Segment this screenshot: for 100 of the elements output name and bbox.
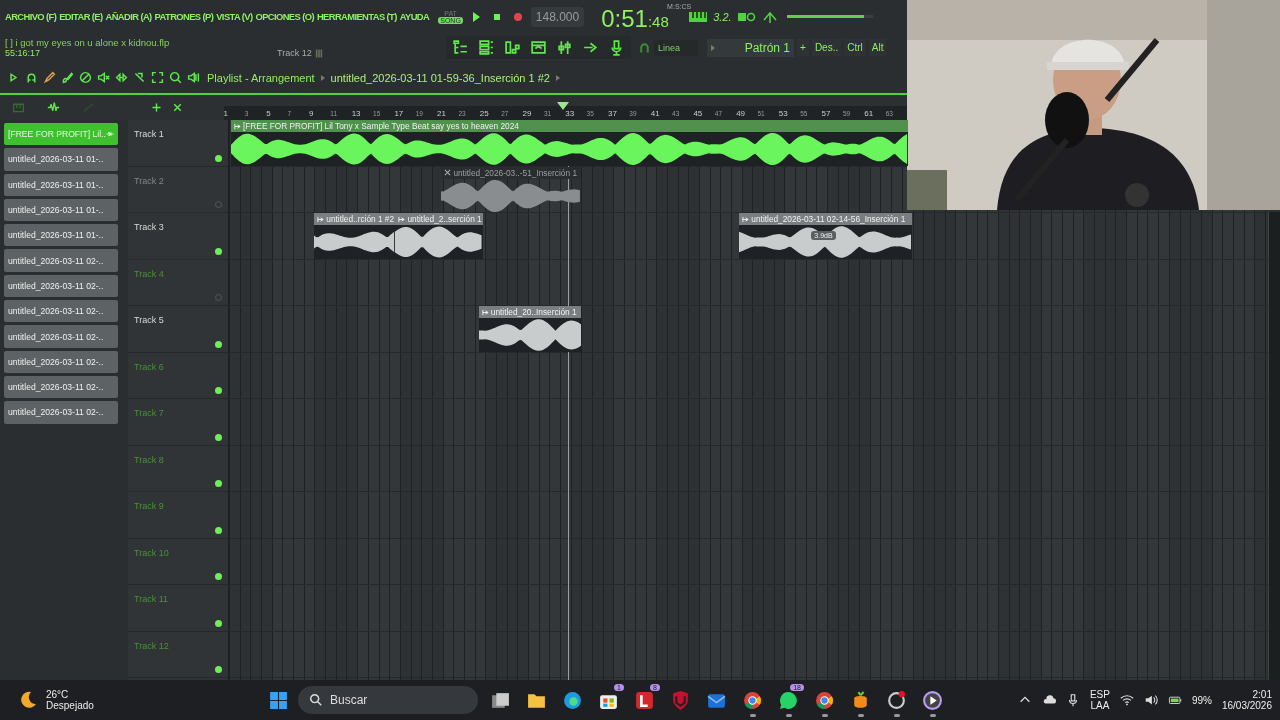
song-time: 0:51: [601, 6, 648, 32]
clip-list-item[interactable]: untitled_2026-03-11 01-..: [4, 198, 118, 222]
hint-text: Track 12: [277, 48, 312, 58]
audio-clip[interactable]: untitled_2026-03..-51_Inserción 1: [441, 166, 582, 213]
clip-title: [FREE FOR PROFIT] Lil Tony x Sample Type Beat say yes to heaven 2024: [243, 121, 519, 131]
breadcrumb-path[interactable]: untitled_2026-03-11 01-59-36_Inserción 1 #2: [330, 71, 550, 84]
track-name: Track 5: [134, 315, 164, 325]
time: 2:01: [1252, 689, 1272, 700]
clip-list-item[interactable]: untitled_2026-03-11 01-..: [4, 148, 118, 171]
temperature: 26°C: [46, 689, 70, 700]
clip-list-item[interactable]: untitled_2026-03-11 02-..: [4, 274, 118, 298]
snap-dropdown[interactable]: Linea: [654, 39, 699, 56]
clip-title: untitled_2026-03-11 02-14-56_Inserción 1: [751, 214, 906, 224]
track-name: Track 6: [134, 361, 164, 372]
clip-title: untitled_2026-03..-51_Inserción 1: [453, 167, 577, 178]
modifier-button[interactable]: Des..: [811, 39, 842, 56]
clip-name: untitled_2026-03-11 02-..: [8, 331, 104, 342]
audio-clip[interactable]: untitled..rción 1 #2: [314, 213, 396, 259]
clip-title: untitled_2..serción 1: [407, 214, 482, 224]
track-name: Track 12: [134, 640, 169, 651]
track-header[interactable]: Track 7: [128, 399, 228, 446]
track-header[interactable]: Track 9: [128, 492, 228, 539]
clip-list-item[interactable]: untitled_2026-03-11 02-..: [4, 350, 118, 373]
track-name: Track 11: [134, 594, 168, 604]
track-header[interactable]: Track 2: [128, 166, 228, 213]
beat-display: 3.2.: [713, 10, 732, 23]
clip-name: untitled_2026-03-11 02-..: [8, 280, 104, 291]
clip-name: untitled_2026-03-11 02-..: [8, 382, 104, 393]
menu-item[interactable]: PATRONES (P): [154, 11, 214, 22]
track-header[interactable]: Track 12: [128, 631, 228, 678]
clock[interactable]: 2:01 16/03/2026: [1221, 689, 1272, 711]
bar-number: 41: [650, 108, 661, 118]
project-time: 55:16:17: [5, 48, 42, 58]
clip-name: untitled_2026-03-11 01-..: [8, 179, 104, 190]
audio-clip[interactable]: untitled_20..Inserción 1: [478, 306, 582, 352]
menu-item[interactable]: VISTA (V): [216, 11, 253, 22]
clip-name: untitled_2026-03-11 02-..: [8, 356, 104, 367]
bar-number: 1: [223, 108, 229, 118]
clip-list-item[interactable]: untitled_2026-03-11 02-..: [4, 249, 118, 272]
bar-number: 13: [351, 108, 362, 118]
track-name: Track 1: [134, 129, 164, 139]
track-header[interactable]: Track 10: [128, 538, 228, 585]
clip-name: untitled_2026-03-11 02-..: [8, 255, 104, 266]
clip-list-item[interactable]: untitled_2026-03-11 02-..: [4, 300, 118, 323]
bar-number: 33: [565, 108, 576, 118]
bar-number: 17: [394, 108, 405, 118]
track-name: Track 9: [134, 501, 164, 511]
track-header[interactable]: Track 1: [128, 120, 228, 167]
tempo-field[interactable]: 148.000: [530, 6, 585, 27]
date: 16/03/2026: [1221, 700, 1272, 711]
clip-list-item[interactable]: untitled_2026-03-11 01-..: [4, 224, 118, 247]
menu-item[interactable]: OPCIONES (O): [255, 11, 314, 22]
bar-number: 37: [607, 108, 618, 118]
clip-list-item[interactable]: untitled_2026-03-11 01-..: [4, 173, 118, 196]
track-header[interactable]: Track 4: [128, 259, 228, 306]
menu-item[interactable]: ARCHIVO (F): [5, 11, 57, 22]
clip-name: [FREE FOR PROFIT] Lil..: [8, 129, 106, 140]
track-name: Track 10: [134, 547, 169, 558]
menu-item[interactable]: HERRAMIENTAS (T): [316, 11, 397, 22]
track-header[interactable]: Track 5: [128, 306, 228, 353]
language-indicator[interactable]: ESP LAA: [1089, 689, 1110, 711]
audio-clip[interactable]: [FREE FOR PROFIT] Lil Tony x Sample Type Beat say yes to heaven 2024: [231, 120, 909, 166]
search-field[interactable]: Buscar: [298, 686, 478, 714]
clip-list-item[interactable]: untitled_2026-03-11 02-..: [4, 375, 118, 399]
clip-name: untitled_2026-03-11 01-..: [8, 230, 104, 241]
track-name: Track 3: [134, 222, 164, 232]
track-name: Track 2: [134, 175, 164, 186]
menu-item[interactable]: AYUDA: [399, 11, 430, 22]
bar-number: 29: [522, 108, 533, 118]
bar-number: 5: [266, 108, 272, 118]
clip-name: untitled_2026-03-11 02-..: [8, 407, 104, 418]
track-header[interactable]: Track 6: [128, 352, 228, 399]
playlist-title: Playlist - Arrangement: [207, 71, 315, 84]
audio-clip[interactable]: untitled_2..serción 1: [395, 213, 484, 259]
track-name: Track 8: [134, 454, 164, 465]
bar-number: 61: [864, 108, 875, 118]
track-header[interactable]: Track 11: [128, 585, 228, 632]
song-time-fraction: :48: [647, 12, 669, 32]
modifier-button[interactable]: Alt: [868, 39, 887, 56]
clip-list-item[interactable]: untitled_2026-03-11 02-..: [4, 325, 118, 348]
bar-number: 57: [821, 108, 832, 118]
clip-name: untitled_2026-03-11 01-..: [8, 154, 104, 165]
track-header[interactable]: Track 8: [128, 445, 228, 492]
bar-number: 49: [736, 108, 747, 118]
clip-name: untitled_2026-03-11 01-..: [8, 205, 104, 216]
project-file-name: [ ] i got my eyes on u alone x kidnou.flp: [5, 36, 171, 48]
track-header[interactable]: Track 3: [128, 213, 228, 260]
bar-number: 45: [693, 108, 704, 118]
pattern-selector[interactable]: Patrón 1: [707, 38, 795, 57]
track-name: Track 4: [134, 268, 164, 279]
language-code: ESP: [1089, 689, 1110, 700]
menu-item[interactable]: AÑADIR (A): [105, 11, 152, 22]
bar-number: 25: [479, 108, 490, 118]
modifier-button[interactable]: Ctrl: [844, 39, 866, 56]
bar-number: 53: [778, 108, 789, 118]
menu-item[interactable]: EDITAR (E): [59, 11, 103, 22]
clip-list-item[interactable]: untitled_2026-03-11 02-..: [4, 401, 118, 424]
add-pattern-button[interactable]: +: [797, 39, 809, 56]
weather-condition: Despejado: [46, 700, 94, 711]
pattern-name: Patrón 1: [744, 40, 791, 55]
